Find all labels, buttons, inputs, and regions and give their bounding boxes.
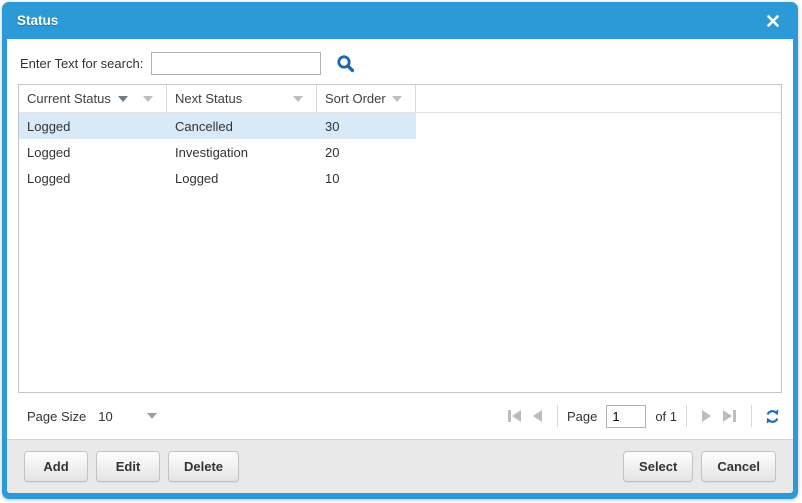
column-label: Current Status bbox=[27, 91, 111, 106]
first-page-icon bbox=[508, 410, 511, 422]
cell-sort-order: 30 bbox=[317, 119, 416, 134]
cell-sort-order: 20 bbox=[317, 145, 416, 160]
page-number-input[interactable] bbox=[606, 405, 646, 428]
triangle-left-icon bbox=[512, 410, 521, 422]
cell-current-status: Logged bbox=[19, 145, 167, 160]
prev-page-icon bbox=[533, 410, 542, 422]
close-icon bbox=[766, 14, 780, 28]
page-of-label: of 1 bbox=[655, 409, 677, 424]
filter-icon[interactable] bbox=[293, 96, 303, 102]
column-header-current-status[interactable]: Current Status bbox=[19, 85, 167, 112]
delete-button[interactable]: Delete bbox=[168, 451, 239, 482]
search-button[interactable] bbox=[336, 54, 355, 73]
next-page-button[interactable] bbox=[696, 406, 717, 426]
pager-controls: Page of 1 bbox=[502, 405, 781, 428]
divider bbox=[557, 405, 558, 427]
edit-button[interactable]: Edit bbox=[96, 451, 160, 482]
dialog-body: Enter Text for search: Current Status bbox=[7, 39, 793, 493]
select-button[interactable]: Select bbox=[623, 451, 693, 482]
grid-header-row: Current Status Next Status Sort Order bbox=[19, 85, 781, 113]
column-header-sort-order[interactable]: Sort Order bbox=[317, 85, 416, 112]
search-icon bbox=[336, 54, 355, 73]
page-size-dropdown[interactable]: Page Size 10 bbox=[27, 409, 157, 424]
cancel-button[interactable]: Cancel bbox=[701, 451, 776, 482]
divider bbox=[686, 405, 687, 427]
add-button[interactable]: Add bbox=[24, 451, 88, 482]
search-input[interactable] bbox=[151, 52, 321, 75]
footer-right-group: Select Cancel bbox=[623, 451, 776, 482]
dialog-titlebar: Status bbox=[2, 2, 798, 39]
divider bbox=[751, 405, 752, 427]
table-row[interactable]: Logged Logged 10 bbox=[19, 165, 416, 191]
cell-current-status: Logged bbox=[19, 119, 167, 134]
cell-next-status: Logged bbox=[167, 171, 317, 186]
page-label: Page bbox=[567, 409, 597, 424]
status-dialog: Status Enter Text for search: bbox=[2, 2, 798, 499]
bar-icon bbox=[733, 410, 736, 422]
cell-next-status: Investigation bbox=[167, 145, 317, 160]
cell-sort-order: 10 bbox=[317, 171, 416, 186]
cell-current-status: Logged bbox=[19, 171, 167, 186]
chevron-down-icon bbox=[147, 413, 157, 419]
close-button[interactable] bbox=[763, 11, 783, 31]
prev-page-button[interactable] bbox=[527, 406, 548, 426]
first-page-button[interactable] bbox=[502, 406, 527, 426]
refresh-button[interactable] bbox=[764, 408, 781, 425]
table-row[interactable]: Logged Cancelled 30 bbox=[19, 113, 416, 139]
column-label: Next Status bbox=[175, 91, 242, 106]
dialog-title: Status bbox=[17, 13, 58, 28]
last-page-button[interactable] bbox=[717, 406, 742, 426]
column-header-next-status[interactable]: Next Status bbox=[167, 85, 317, 112]
sort-desc-icon bbox=[118, 96, 128, 102]
column-label: Sort Order bbox=[325, 91, 386, 106]
next-page-icon bbox=[702, 410, 711, 422]
cell-next-status: Cancelled bbox=[167, 119, 317, 134]
search-row: Enter Text for search: bbox=[7, 39, 793, 84]
search-label: Enter Text for search: bbox=[20, 56, 143, 71]
table-row[interactable]: Logged Investigation 20 bbox=[19, 139, 416, 165]
page-size-label: Page Size bbox=[27, 409, 86, 424]
status-grid: Current Status Next Status Sort Order bbox=[18, 84, 782, 393]
refresh-icon bbox=[764, 408, 781, 425]
filter-icon[interactable] bbox=[392, 96, 402, 102]
filter-icon[interactable] bbox=[143, 96, 153, 102]
last-page-icon bbox=[723, 410, 732, 422]
pager-row: Page Size 10 Page of 1 bbox=[7, 393, 793, 439]
dialog-footer: Add Edit Delete Select Cancel bbox=[7, 439, 793, 493]
page-size-value: 10 bbox=[98, 409, 112, 424]
